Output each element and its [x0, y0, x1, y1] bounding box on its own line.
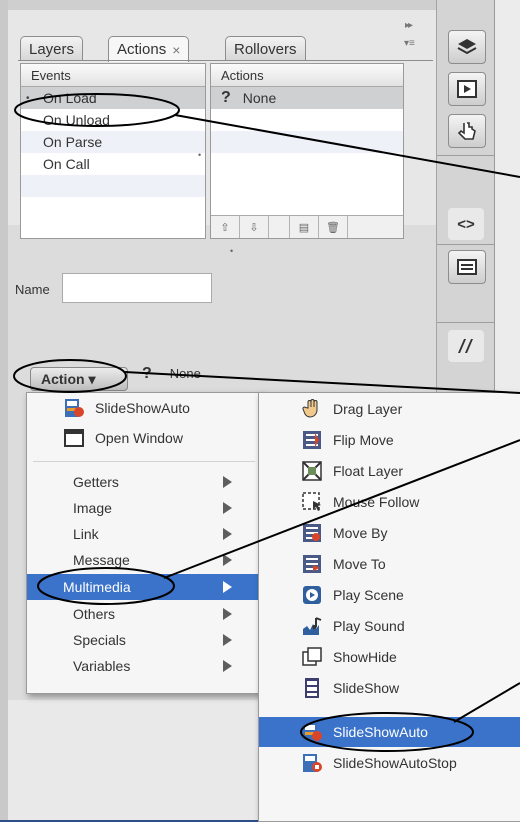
window-icon [63, 427, 85, 449]
code-view-button[interactable]: <> [448, 208, 484, 240]
play-icon [457, 80, 477, 98]
events-list: Events • On Load On Unload On Parse On Ca… [20, 63, 206, 239]
splitter-dot[interactable]: • [198, 150, 201, 160]
script-icon [458, 339, 473, 353]
panel-bottom [8, 700, 298, 820]
slideshow-icon [301, 677, 323, 699]
duplicate-icon[interactable]: ▤ [290, 216, 319, 238]
slideshow-icon [63, 397, 85, 419]
tab-close-icon[interactable]: × [172, 42, 180, 58]
submenu-arrow-icon [223, 502, 232, 514]
left-edge [0, 0, 8, 820]
menu-item-multimedia[interactable]: Multimedia [27, 574, 263, 600]
hand-icon [301, 398, 323, 420]
action-button[interactable]: Action ▾ [30, 367, 128, 391]
menu-item-message[interactable]: Message [27, 545, 263, 575]
trash-icon[interactable]: 🗑 [319, 216, 348, 238]
inspector-tool-button[interactable] [448, 250, 486, 284]
panel-collapse-icon[interactable]: ▸▸ [405, 20, 413, 31]
event-on-unload[interactable]: On Unload [21, 109, 205, 131]
tool-separator [437, 155, 494, 156]
menu-item-move-to[interactable]: Move To [259, 549, 520, 579]
name-label: Name [15, 282, 50, 297]
behavior-tool-button[interactable] [448, 114, 486, 148]
actions-toolbar: ⇧ ⇩ ▤ 🗑 [211, 215, 403, 238]
menu-item-mouse-follow[interactable]: Mouse Follow [259, 487, 520, 517]
slideshowauto-icon [301, 721, 323, 743]
menu-item-slideshowautostop[interactable]: SlideShowAutoStop [259, 748, 520, 778]
slideshowautostop-icon [301, 752, 323, 774]
menu-item-flip-move[interactable]: Flip Move [259, 425, 520, 455]
panel-options-icon[interactable]: ▾≡ [404, 38, 415, 49]
menu-item-play-sound[interactable]: Play Sound [259, 611, 520, 641]
actions-header: Actions [211, 64, 403, 87]
layers-tool-button[interactable] [448, 30, 486, 64]
event-on-call[interactable]: On Call [21, 153, 205, 175]
question-icon: ? [221, 89, 231, 106]
active-event-bullet: • [26, 92, 30, 104]
spacer [269, 216, 290, 238]
tab-layers[interactable]: Layers [20, 36, 84, 61]
event-empty-row [21, 175, 205, 197]
submenu-arrow-icon [223, 554, 232, 566]
action-empty-row [211, 153, 403, 175]
move-down-icon[interactable]: ⇩ [240, 216, 269, 238]
layers-icon [457, 39, 477, 55]
actions-list: Actions ? None ⇧ ⇩ ▤ 🗑 [210, 63, 404, 239]
tool-separator [437, 244, 494, 245]
menu-item-play-scene[interactable]: Play Scene [259, 580, 520, 610]
tool-separator [437, 322, 494, 323]
hand-pointer-icon [457, 122, 476, 140]
action-row[interactable]: ? None [211, 87, 403, 109]
flip-move-icon [301, 429, 323, 451]
showhide-icon [301, 646, 323, 668]
menu-item-variables[interactable]: Variables [27, 651, 263, 681]
submenu-arrow-icon [223, 660, 232, 672]
move-to-icon [301, 553, 323, 575]
menu-item-slideshowauto[interactable]: SlideShowAuto [259, 717, 520, 747]
event-on-load[interactable]: • On Load [21, 87, 205, 109]
submenu-arrow-icon [223, 476, 232, 488]
menu-item-open-window[interactable]: Open Window [27, 423, 263, 453]
tab-divider [18, 60, 433, 61]
menu-item-move-by[interactable]: Move By [259, 518, 520, 548]
action-menu: SlideShowAuto Open Window Getters Image … [26, 392, 264, 694]
submenu-arrow-icon [223, 634, 232, 646]
submenu-arrow-icon [223, 608, 232, 620]
move-by-icon [301, 522, 323, 544]
inspector-icon [457, 259, 477, 275]
move-up-icon[interactable]: ⇧ [211, 216, 240, 238]
action-empty-row [211, 109, 403, 131]
menu-item-showhide[interactable]: ShowHide [259, 642, 520, 672]
action-value: ? None [142, 365, 201, 382]
menu-item-slideshowauto-recent[interactable]: SlideShowAuto [27, 393, 263, 423]
preview-tool-button[interactable] [448, 72, 486, 106]
event-on-parse[interactable]: On Parse [21, 131, 205, 153]
tab-actions[interactable]: Actions × [108, 36, 190, 62]
menu-item-slideshow[interactable]: SlideShow [259, 673, 520, 703]
events-header: Events [21, 64, 205, 87]
action-empty-row [211, 131, 403, 153]
question-icon: ? [142, 365, 152, 382]
menu-item-drag-layer[interactable]: Drag Layer [259, 394, 520, 424]
script-tool-button[interactable] [448, 330, 484, 362]
play-scene-icon [301, 584, 323, 606]
menu-divider [33, 461, 255, 462]
play-sound-icon [301, 615, 323, 637]
float-layer-icon [301, 460, 323, 482]
menu-item-float-layer[interactable]: Float Layer [259, 456, 520, 486]
submenu-arrow-icon [223, 528, 232, 540]
tab-rollovers[interactable]: Rollovers [225, 36, 306, 61]
multimedia-submenu: Drag Layer Flip Move Float Layer Mouse F… [258, 392, 520, 822]
splitter-dot[interactable]: • [230, 246, 233, 256]
mouse-follow-icon [301, 491, 323, 513]
submenu-arrow-icon [223, 581, 232, 593]
name-field[interactable] [62, 273, 212, 303]
